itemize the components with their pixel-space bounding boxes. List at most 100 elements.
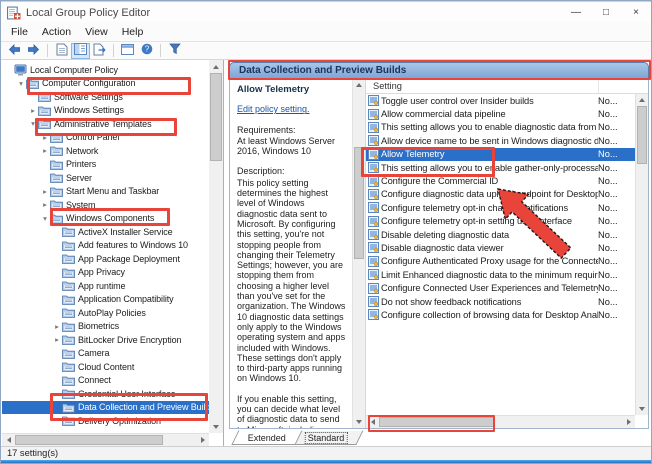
filter-button[interactable] xyxy=(165,43,184,59)
chevron-right-icon[interactable]: ▸ xyxy=(28,106,38,115)
chevron-right-icon[interactable]: ▸ xyxy=(52,322,62,331)
setting-row-toggle-user-control-over-insider-builds[interactable]: Toggle user control over Insider buildsN… xyxy=(366,94,635,107)
tree-item-computer-configuration[interactable]: ▾Computer Configuration xyxy=(2,77,139,91)
tree-item-control-panel[interactable]: ▸Control Panel xyxy=(2,131,123,145)
tree-item-delivery-optimization[interactable]: Delivery Optimization xyxy=(2,414,165,428)
setting-row-disable-diagnostic-data-viewer[interactable]: Disable diagnostic data viewerNo... xyxy=(366,241,635,254)
edit-policy-setting-link[interactable]: Edit policy setting. xyxy=(237,104,347,114)
list-hscroll-thumb[interactable] xyxy=(379,417,495,427)
tree-item-software-settings[interactable]: Software Settings xyxy=(2,90,127,104)
description-vertical-scrollbar[interactable] xyxy=(352,79,365,428)
tree-item-system[interactable]: ▸System xyxy=(2,198,99,212)
list-vertical-scrollbar[interactable] xyxy=(635,94,648,415)
setting-row-configure-authenticated-proxy-usage-for-[interactable]: Configure Authenticated Proxy usage for … xyxy=(366,255,635,268)
tree-item-server[interactable]: Server xyxy=(2,171,96,185)
scroll-up-icon[interactable] xyxy=(636,94,648,105)
tree-item-windows-settings[interactable]: ▸Windows Settings xyxy=(2,104,128,118)
setting-row-allow-commercial-data-pipeline[interactable]: Allow commercial data pipelineNo... xyxy=(366,107,635,120)
desc-vscroll-thumb[interactable] xyxy=(354,147,364,259)
chevron-right-icon[interactable]: ▸ xyxy=(40,187,50,196)
chevron-down-icon[interactable]: ▾ xyxy=(16,79,26,88)
tree-item-camera[interactable]: Camera xyxy=(2,347,113,361)
tree-item-biometrics[interactable]: ▸Biometrics xyxy=(2,320,123,334)
tree-item-label: Credential User Interface xyxy=(78,389,176,399)
setting-row-this-setting-allows-you-to-enable-gather[interactable]: This setting allows you to enable gather… xyxy=(366,161,635,174)
setting-row-this-setting-allows-you-to-enable-diagno[interactable]: This setting allows you to enable diagno… xyxy=(366,121,635,134)
tree-item-application-compatibility[interactable]: Application Compatibility xyxy=(2,293,178,307)
chevron-down-icon[interactable]: ▾ xyxy=(40,214,50,223)
forward-button[interactable] xyxy=(24,43,43,59)
list-horizontal-scrollbar[interactable] xyxy=(366,415,635,428)
tree-item-add-features-to-windows-10[interactable]: Add features to Windows 10 xyxy=(2,239,192,253)
folder-icon xyxy=(62,402,76,413)
tree-item-activex-installer-service[interactable]: ActiveX Installer Service xyxy=(2,225,177,239)
tree-item-network[interactable]: ▸Network xyxy=(2,144,102,158)
setting-row-configure-telemetry-opt-in-setting-user-[interactable]: Configure telemetry opt-in setting user … xyxy=(366,215,635,228)
tree-hscroll-thumb[interactable] xyxy=(15,435,163,445)
tree-item-app-package-deployment[interactable]: App Package Deployment xyxy=(2,252,184,266)
tree-item-printers[interactable]: Printers xyxy=(2,158,100,172)
scroll-down-icon[interactable] xyxy=(209,421,223,433)
tree-item-administrative-templates[interactable]: ▾Administrative Templates xyxy=(2,117,155,131)
setting-column-header[interactable]: Setting xyxy=(366,81,598,91)
tree-vscroll-thumb[interactable] xyxy=(210,73,222,161)
menu-help[interactable]: Help xyxy=(115,24,151,40)
list-vscroll-thumb[interactable] xyxy=(637,106,647,164)
setting-row-do-not-show-feedback-notifications[interactable]: Do not show feedback notificationsNo... xyxy=(366,295,635,308)
tree-item-cloud-content[interactable]: Cloud Content xyxy=(2,360,138,374)
scroll-left-icon[interactable] xyxy=(2,434,14,446)
document-button[interactable] xyxy=(52,43,71,59)
tree-item-app-privacy[interactable]: App Privacy xyxy=(2,266,129,280)
setting-row-configure-telemetry-opt-in-change-notifi[interactable]: Configure telemetry opt-in change notifi… xyxy=(366,201,635,214)
tree-item-windows-components[interactable]: ▾Windows Components xyxy=(2,212,158,226)
minimize-button[interactable]: — xyxy=(561,2,591,23)
setting-row-allow-telemetry[interactable]: Allow TelemetryNo... xyxy=(366,148,635,161)
setting-row-allow-device-name-to-be-sent-in-windows-[interactable]: Allow device name to be sent in Windows … xyxy=(366,134,635,147)
help-button[interactable]: ? xyxy=(137,43,156,59)
setting-row-disable-deleting-diagnostic-data[interactable]: Disable deleting diagnostic dataNo... xyxy=(366,228,635,241)
scroll-down-icon[interactable] xyxy=(353,417,365,428)
policy-icon xyxy=(366,216,381,227)
menu-action[interactable]: Action xyxy=(35,24,78,40)
maximize-button[interactable]: □ xyxy=(591,2,621,23)
tree-vertical-scrollbar[interactable] xyxy=(209,60,223,433)
tree-horizontal-scrollbar[interactable] xyxy=(2,433,209,446)
chevron-right-icon[interactable]: ▸ xyxy=(40,133,50,142)
tree-item-connect[interactable]: Connect xyxy=(2,374,115,388)
tree-item-autoplay-policies[interactable]: AutoPlay Policies xyxy=(2,306,150,320)
scroll-left-icon[interactable] xyxy=(366,416,378,428)
menu-file[interactable]: File xyxy=(4,24,35,40)
chevron-right-icon[interactable]: ▸ xyxy=(40,146,50,155)
tree-item-data-collection-and-preview-builds[interactable]: Data Collection and Preview Builds xyxy=(2,401,209,415)
chevron-right-icon[interactable]: ▸ xyxy=(40,200,50,209)
state-column-header[interactable] xyxy=(598,79,648,93)
back-button[interactable] xyxy=(5,43,24,59)
policy-icon xyxy=(366,242,381,253)
chevron-down-icon[interactable]: ▾ xyxy=(28,119,38,128)
tree-item-local-computer-policy[interactable]: Local Computer Policy xyxy=(2,63,122,77)
console-tree-button[interactable] xyxy=(71,43,90,59)
close-button[interactable]: × xyxy=(621,2,651,23)
setting-row-configure-collection-of-browsing-data-fo[interactable]: Configure collection of browsing data fo… xyxy=(366,308,635,321)
setting-row-configure-the-commercial-id[interactable]: Configure the Commercial IDNo... xyxy=(366,174,635,187)
tab-extended[interactable]: Extended xyxy=(231,430,302,445)
scroll-up-icon[interactable] xyxy=(209,60,223,72)
console-tree: Local Computer Policy▾Computer Configura… xyxy=(2,60,209,433)
scroll-right-icon[interactable] xyxy=(623,416,635,428)
tree-item-start-menu-and-taskbar[interactable]: ▸Start Menu and Taskbar xyxy=(2,185,163,199)
setting-row-configure-diagnostic-data-upload-endpoin[interactable]: Configure diagnostic data upload endpoin… xyxy=(366,188,635,201)
chevron-right-icon[interactable]: ▸ xyxy=(52,335,62,344)
scroll-right-icon[interactable] xyxy=(197,434,209,446)
scroll-up-icon[interactable] xyxy=(353,79,365,90)
tree-item-app-runtime[interactable]: App runtime xyxy=(2,279,129,293)
export-list-button[interactable] xyxy=(90,43,109,59)
tree-item-bitlocker-drive-encryption[interactable]: ▸BitLocker Drive Encryption xyxy=(2,333,185,347)
setting-row-configure-connected-user-experiences-and[interactable]: Configure Connected User Experiences and… xyxy=(366,281,635,294)
tree-item-label: ActiveX Installer Service xyxy=(78,227,173,237)
tree-item-credential-user-interface[interactable]: Credential User Interface xyxy=(2,387,180,401)
scroll-down-icon[interactable] xyxy=(636,404,648,415)
menu-view[interactable]: View xyxy=(78,24,115,40)
setting-row-limit-enhanced-diagnostic-data-to-the-mi[interactable]: Limit Enhanced diagnostic data to the mi… xyxy=(366,268,635,281)
window-button[interactable] xyxy=(118,43,137,59)
toolbar: ? xyxy=(1,41,651,60)
